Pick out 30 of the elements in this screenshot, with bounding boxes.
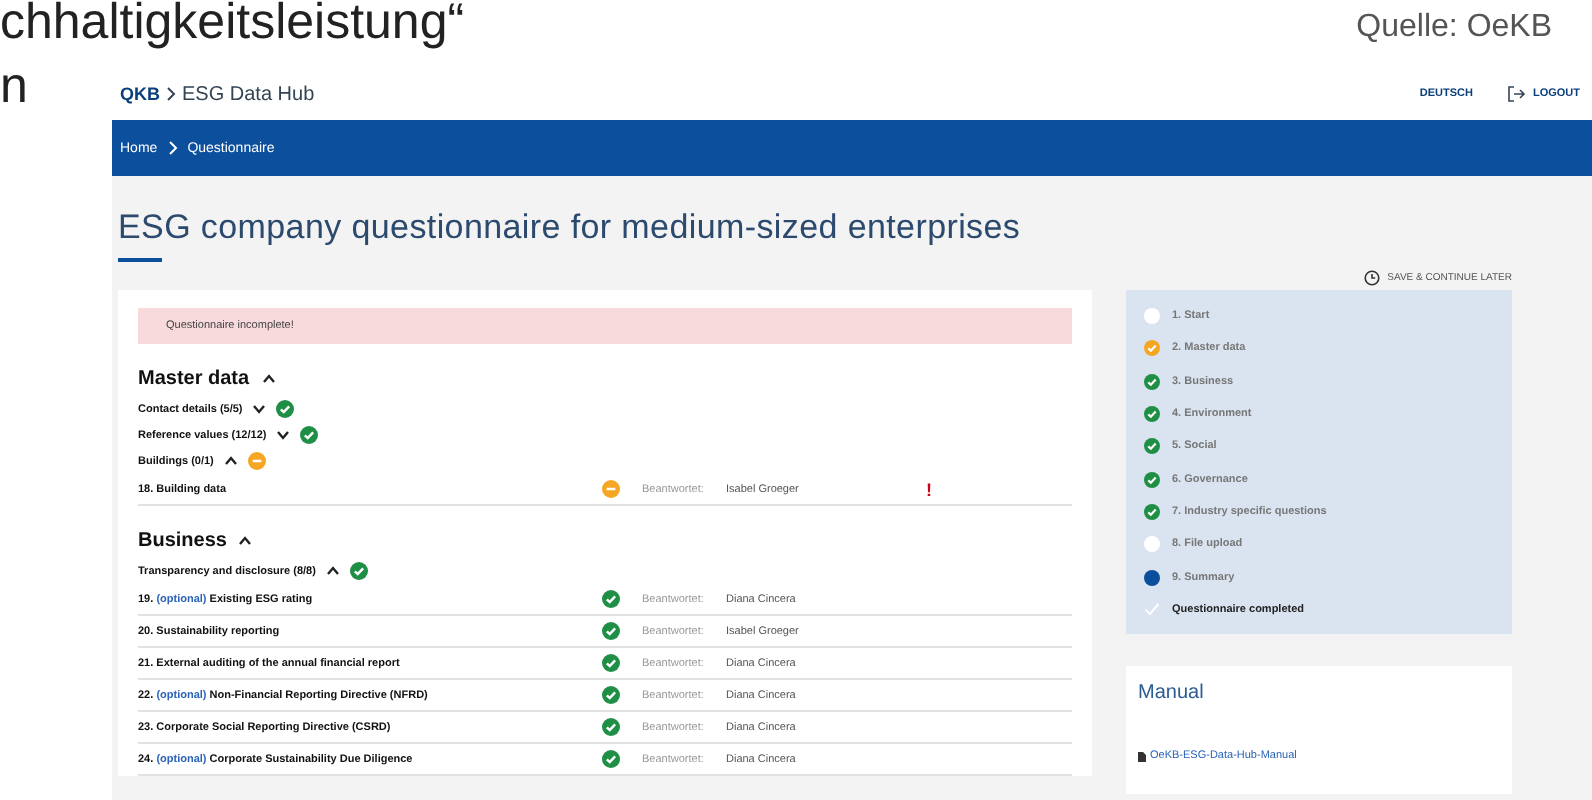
check-icon: [1144, 438, 1160, 455]
source-caption: Quelle: OeKB: [1356, 10, 1552, 46]
caret-down-icon[interactable]: [252, 404, 267, 414]
document-icon: [1138, 751, 1146, 762]
caret-up-icon[interactable]: [325, 566, 340, 576]
clock-icon: [1363, 270, 1380, 286]
app-logo[interactable]: QKB ESG Data Hub: [120, 83, 315, 105]
caret-up-icon[interactable]: [223, 456, 238, 466]
slide-title: n: [0, 64, 30, 118]
page-title: ESG company questionnaire for medium-sized enterprises: [118, 208, 1023, 248]
logout-icon: [1508, 86, 1527, 102]
check-icon: [1144, 602, 1160, 617]
caret-up-icon[interactable]: [261, 374, 276, 384]
warning-mark: !: [926, 479, 932, 499]
chevron-right-icon: [166, 86, 176, 102]
check-icon: [1144, 340, 1160, 357]
section-title: Master data: [138, 368, 250, 390]
check-icon: [1144, 373, 1160, 390]
check-icon: [1144, 471, 1160, 488]
step-circle-icon: [1144, 536, 1160, 553]
manual-title: Manual: [1138, 681, 1206, 704]
section-title: Business: [138, 530, 227, 552]
slide-title: chhaltigkeitsleistung“: [0, 0, 465, 50]
chevron-right-icon: [167, 140, 178, 156]
caret-down-icon[interactable]: [276, 430, 291, 440]
step-circle-icon: [1144, 569, 1160, 586]
caret-up-icon[interactable]: [238, 536, 253, 546]
step-circle-icon: [1144, 308, 1160, 325]
check-icon: [1144, 503, 1160, 520]
check-icon: [1144, 406, 1160, 423]
